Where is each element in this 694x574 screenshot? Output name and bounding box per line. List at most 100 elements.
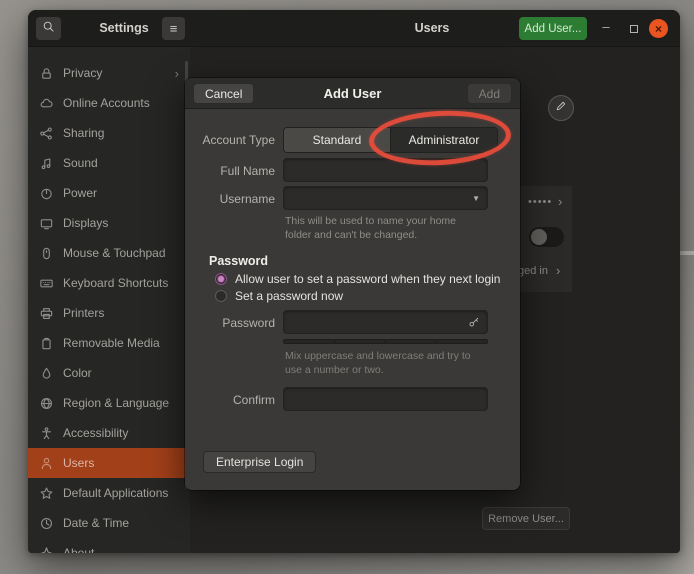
close-button[interactable]: ×: [649, 19, 668, 38]
radio-icon: [215, 273, 227, 285]
cancel-button[interactable]: Cancel: [193, 83, 254, 104]
enterprise-login-button[interactable]: Enterprise Login: [203, 451, 316, 473]
sidebar-item-printers[interactable]: Printers: [28, 298, 190, 328]
sidebar-item-label: Accessibility: [63, 426, 128, 440]
users-icon: [39, 456, 54, 471]
password-strength-meter: [283, 339, 488, 344]
password-hint: Mix uppercase and lowercase and try to u…: [285, 349, 485, 377]
sidebar-item-region-language[interactable]: Region & Language: [28, 388, 190, 418]
minimize-button[interactable]: –: [596, 17, 616, 40]
password-label: Password: [185, 316, 275, 330]
lock-icon: [39, 66, 54, 81]
sidebar-item-label: Mouse & Touchpad: [63, 246, 166, 260]
sidebar-item-label: Date & Time: [63, 516, 129, 530]
sidebar-item-accessibility[interactable]: Accessibility: [28, 418, 190, 448]
sidebar-item-label: Sharing: [63, 126, 104, 140]
wallpaper-detail: [678, 251, 694, 255]
sidebar-item-label: Sound: [63, 156, 98, 170]
toggle-knob: [531, 229, 547, 245]
hamburger-icon: ≡: [170, 21, 178, 36]
dialog-title: Add User: [324, 86, 382, 101]
close-icon: ×: [655, 22, 662, 36]
confirm-input[interactable]: [283, 387, 488, 411]
username-hint: This will be used to name your home fold…: [285, 214, 485, 242]
sidebar-item-removable-media[interactable]: Removable Media: [28, 328, 190, 358]
sidebar-nav: Privacy › Online Accounts Sharing Sound …: [28, 47, 190, 553]
confirm-label: Confirm: [185, 393, 275, 407]
password-dots: •••••: [528, 196, 552, 208]
sidebar-item-displays[interactable]: Displays: [28, 208, 190, 238]
globe-icon: [39, 396, 54, 411]
edit-avatar-button[interactable]: [548, 95, 574, 121]
automatic-login-toggle[interactable]: [529, 227, 564, 247]
sound-icon: [39, 156, 54, 171]
sidebar-item-power[interactable]: Power: [28, 178, 190, 208]
accessibility-icon: [39, 426, 54, 441]
add-user-titlebar-button[interactable]: Add User...: [519, 17, 587, 40]
sidebar-item-date-time[interactable]: Date & Time: [28, 508, 190, 538]
maximize-button[interactable]: [624, 17, 644, 40]
keyboard-icon: [39, 276, 54, 291]
account-type-label: Account Type: [185, 133, 275, 147]
radio-label: Set a password now: [235, 289, 343, 303]
sidebar-item-sharing[interactable]: Sharing: [28, 118, 190, 148]
share-icon: [39, 126, 54, 141]
sidebar-item-about[interactable]: About: [28, 538, 190, 553]
sidebar-item-mouse-touchpad[interactable]: Mouse & Touchpad: [28, 238, 190, 268]
password-section-label: Password: [209, 254, 268, 268]
sidebar-item-label: Displays: [63, 216, 108, 230]
password-input[interactable]: [283, 310, 488, 334]
username-input[interactable]: ▼: [283, 186, 488, 210]
chevron-right-icon: ›: [175, 66, 179, 81]
maximize-icon: [630, 25, 638, 33]
radio-password-next-login[interactable]: Allow user to set a password when they n…: [215, 272, 500, 286]
dropdown-arrow-icon[interactable]: ▼: [472, 187, 480, 209]
star-icon: [39, 486, 54, 501]
printer-icon: [39, 306, 54, 321]
chevron-right-icon: ›: [556, 263, 560, 278]
sidebar-item-color[interactable]: Color: [28, 358, 190, 388]
add-button[interactable]: Add: [467, 83, 512, 104]
desktop: Settings ≡ Users Add User... – × Privacy…: [0, 0, 694, 574]
power-icon: [39, 186, 54, 201]
removable-media-icon: [39, 336, 54, 351]
sidebar-item-label: About: [63, 546, 94, 553]
mouse-icon: [39, 246, 54, 261]
page-title: Users: [328, 10, 536, 47]
minimize-icon: –: [602, 19, 609, 34]
sidebar-item-label: Color: [63, 366, 92, 380]
full-name-label: Full Name: [185, 164, 275, 178]
username-label: Username: [185, 192, 275, 206]
sidebar-item-label: Printers: [63, 306, 104, 320]
sidebar-item-label: Removable Media: [63, 336, 160, 350]
sidebar-item-privacy[interactable]: Privacy ›: [28, 58, 190, 88]
radio-icon: [215, 290, 227, 302]
clock-icon: [39, 516, 54, 531]
search-icon: [42, 20, 55, 38]
sidebar-item-default-applications[interactable]: Default Applications: [28, 478, 190, 508]
chevron-right-icon: ›: [558, 194, 562, 209]
menu-button[interactable]: ≡: [162, 17, 185, 40]
display-icon: [39, 216, 54, 231]
dialog-header: Cancel Add User Add: [185, 78, 520, 109]
logged-in-row-fragment: ged in: [518, 265, 548, 277]
radio-password-set-now[interactable]: Set a password now: [215, 289, 343, 303]
sidebar-item-online-accounts[interactable]: Online Accounts: [28, 88, 190, 118]
sidebar-item-label: Region & Language: [63, 396, 169, 410]
cloud-icon: [39, 96, 54, 111]
remove-user-button[interactable]: Remove User...: [482, 507, 570, 530]
generate-password-key-icon[interactable]: [468, 311, 480, 333]
about-icon: [39, 546, 54, 554]
sidebar-item-label: Users: [63, 456, 94, 470]
radio-label: Allow user to set a password when they n…: [235, 272, 500, 286]
sidebar-item-users[interactable]: Users: [28, 448, 190, 478]
sidebar-item-keyboard-shortcuts[interactable]: Keyboard Shortcuts: [28, 268, 190, 298]
sidebar-item-label: Default Applications: [63, 486, 168, 500]
sidebar-item-sound[interactable]: Sound: [28, 148, 190, 178]
sidebar-item-label: Online Accounts: [63, 96, 150, 110]
pencil-icon: [555, 99, 567, 117]
search-button[interactable]: [36, 17, 61, 40]
titlebar: Settings ≡ Users Add User... – ×: [28, 10, 680, 47]
sidebar-item-label: Privacy: [63, 66, 102, 80]
sidebar-item-label: Keyboard Shortcuts: [63, 276, 168, 290]
